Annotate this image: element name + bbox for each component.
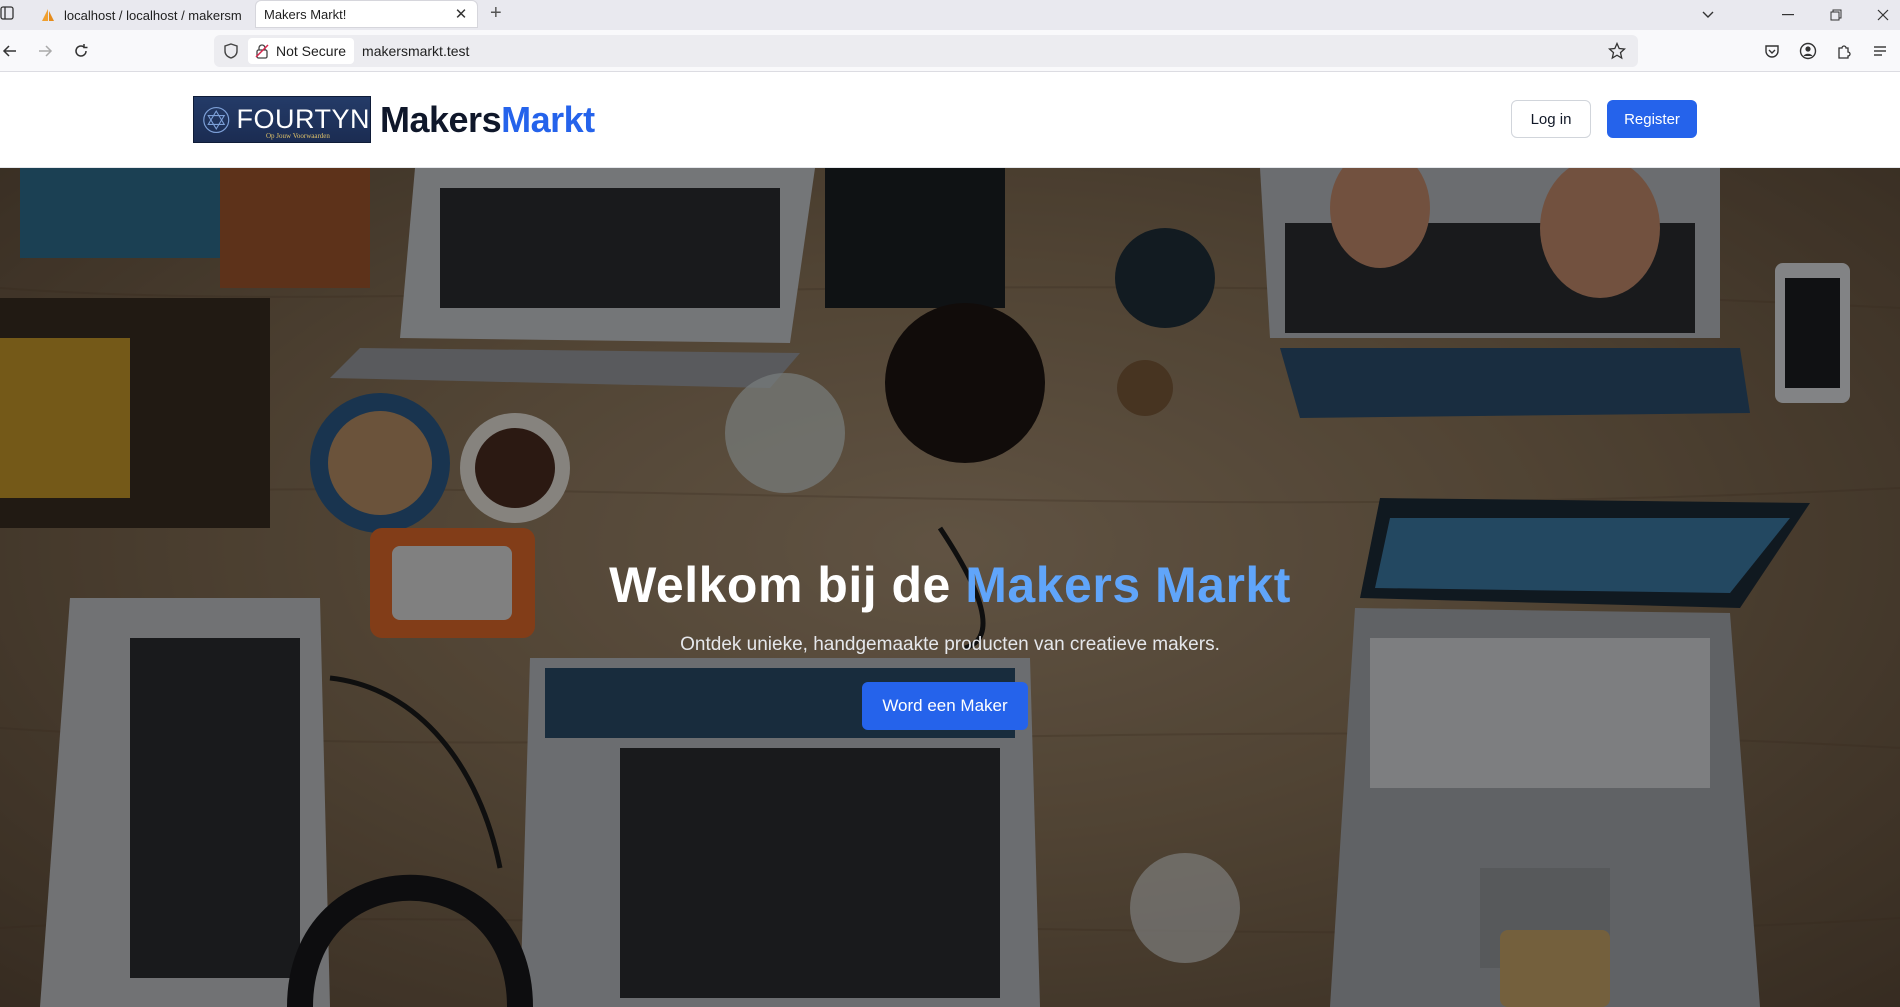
connection-security-indicator[interactable]: Not Secure	[248, 38, 355, 64]
browser-nav-bar: Not Secure makersmarkt.test	[0, 30, 1900, 72]
sidebar-toggle-icon[interactable]	[0, 5, 14, 21]
fourtyn-wordmark: FOURTYN	[236, 104, 370, 134]
close-window-icon[interactable]	[1866, 0, 1900, 30]
new-tab-icon[interactable]: +	[490, 2, 502, 25]
brand-part-1: Makers	[380, 99, 502, 140]
become-maker-button[interactable]: Word een Maker	[862, 682, 1028, 730]
tab-makers-markt[interactable]: Makers Markt! ✕	[256, 1, 477, 27]
brand-part-2: Markt	[501, 99, 595, 140]
fourtyn-logo[interactable]: FOURTYN Op Jouw Voorwaarden	[193, 96, 371, 143]
pocket-icon[interactable]	[1760, 39, 1784, 63]
tab-label: localhost / localhost / makersm	[64, 7, 242, 23]
close-tab-icon[interactable]: ✕	[451, 5, 471, 23]
fourtyn-tagline: Op Jouw Voorwaarden	[266, 132, 330, 140]
url-text[interactable]: makersmarkt.test	[362, 43, 469, 59]
security-label: Not Secure	[276, 43, 347, 59]
hero-title-prefix: Welkom bij de	[609, 557, 951, 613]
hero-subtitle: Ontdek unieke, handgemaakte producten va…	[680, 634, 1220, 655]
bookmark-star-icon[interactable]	[1608, 42, 1626, 60]
sail-icon	[40, 7, 56, 23]
fourtyn-emblem-icon	[203, 106, 230, 133]
forward-icon[interactable]	[33, 39, 57, 63]
register-button[interactable]: Register	[1607, 100, 1697, 138]
back-icon[interactable]	[0, 39, 22, 63]
site-header: FOURTYN Op Jouw Voorwaarden MakersMarkt …	[0, 72, 1900, 168]
restore-icon[interactable]	[1818, 0, 1854, 30]
reload-icon[interactable]	[69, 39, 93, 63]
browser-tab-bar: localhost / localhost / makersm Makers M…	[0, 0, 1900, 30]
hero-title-accent: Makers Markt	[965, 557, 1291, 613]
tab-label: Makers Markt!	[264, 6, 347, 22]
app-menu-icon[interactable]	[1868, 39, 1892, 63]
login-button[interactable]: Log in	[1511, 100, 1591, 138]
makers-markt-brand[interactable]: MakersMarkt	[380, 102, 595, 138]
account-icon[interactable]	[1796, 39, 1820, 63]
extensions-icon[interactable]	[1832, 39, 1856, 63]
tab-list-icon[interactable]	[1690, 0, 1726, 30]
tracking-shield-icon[interactable]	[222, 42, 240, 60]
hero-title: Welkom bij de Makers Markt	[0, 556, 1900, 614]
address-bar[interactable]: Not Secure makersmarkt.test	[214, 35, 1638, 67]
tab-phpmyadmin[interactable]: localhost / localhost / makersm	[26, 0, 252, 30]
insecure-lock-icon	[255, 44, 269, 59]
minimize-icon[interactable]	[1770, 0, 1806, 30]
hero-section: Welkom bij de Makers Markt Ontdek unieke…	[0, 168, 1900, 1007]
